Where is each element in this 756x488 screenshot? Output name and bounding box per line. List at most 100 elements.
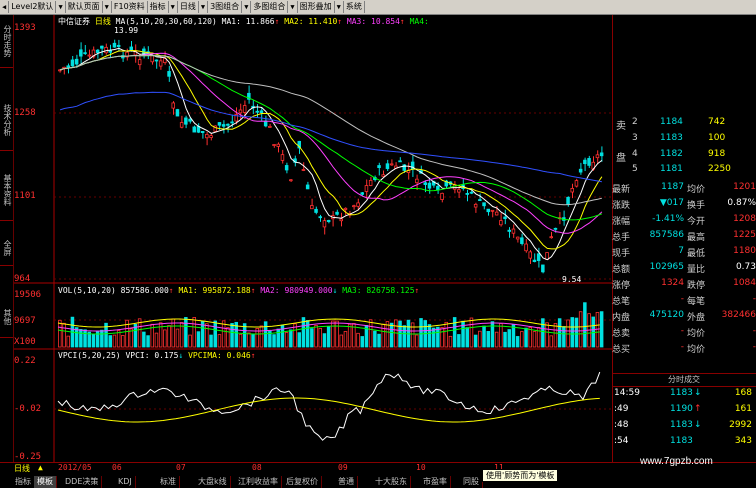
bottom-tab[interactable]: 指标 [12, 476, 35, 488]
candle-body [205, 134, 209, 139]
volume-bar [87, 331, 92, 348]
vpci-arrow-icon: ↓ [178, 351, 184, 360]
chart-area[interactable]: 中信证券 日线 MA(5,10,20,30,60,120) MA1: 11.86… [14, 15, 612, 462]
volume-bar [289, 329, 293, 348]
dropdown-icon[interactable]: ▼ [56, 1, 66, 13]
dropdown-icon[interactable]: ▼ [288, 1, 298, 13]
candle-body [482, 202, 486, 207]
tab-fundamentals[interactable]: 基本资料 [0, 160, 13, 221]
volume-bar [436, 326, 440, 348]
order-volume: 742 [708, 117, 726, 127]
kline-chart[interactable] [14, 15, 612, 462]
bottom-tab[interactable]: 后复权价 [283, 476, 322, 488]
vpci-value: VPCI: 0.175 [125, 351, 179, 360]
tick-time: :48 [614, 420, 629, 430]
toolbar-daily[interactable]: 日线 [178, 1, 199, 13]
candle-body [364, 185, 369, 192]
bottom-tab[interactable]: 同股 [460, 476, 483, 488]
toolbar-overlay[interactable]: 图形叠加 [298, 1, 335, 13]
volume-bar [226, 327, 230, 348]
candle-body [289, 179, 293, 182]
volume-bar [331, 320, 335, 348]
candle-body [108, 50, 113, 53]
quote-label: 总卖 [612, 329, 631, 339]
volume-bar [486, 331, 490, 348]
volume-bar [58, 319, 62, 348]
toolbar-system[interactable]: 系统 [344, 1, 365, 13]
bottom-tab[interactable]: 模板 [34, 476, 57, 488]
tab-technical[interactable]: 技术分析 [0, 90, 13, 151]
candle-body [268, 126, 272, 128]
volume-bar [314, 325, 318, 348]
toolbar-level2[interactable]: Level2默认 [9, 1, 57, 13]
volume-bar [335, 320, 339, 348]
vol-ma1-label: MA1: 995872.188 [178, 286, 251, 295]
ma2-label: MA2: 11.410 [284, 17, 338, 26]
y-tick: 964 [14, 274, 31, 284]
bottom-tab[interactable]: 十大股东 [372, 476, 411, 488]
quote-label: 跌停 [687, 281, 706, 291]
dropdown-icon[interactable]: ▼ [335, 1, 344, 13]
level-num: 4 [632, 149, 638, 159]
quote-label: 换手 [687, 201, 706, 211]
toolbar-default-page[interactable]: 默认页面 [66, 1, 103, 13]
level-num: 5 [632, 164, 638, 174]
level-num: 3 [632, 133, 638, 143]
dropdown-icon[interactable]: ▼ [169, 1, 178, 13]
dropdown-icon[interactable]: ▼ [199, 1, 209, 13]
candle-body [541, 264, 545, 273]
toolbar-multichart[interactable]: 多图组合 [251, 1, 289, 13]
period-tab[interactable]: 日线 [14, 463, 30, 475]
bottom-tab[interactable]: 江利收益率 [235, 476, 282, 488]
candle-body [305, 184, 310, 190]
ma3-label: MA3: 10.854 [346, 17, 400, 26]
volume-bar [74, 327, 79, 348]
bottom-tab[interactable]: 普通 [335, 476, 358, 488]
candle-body [150, 55, 154, 63]
tab-other[interactable]: 其他 [0, 297, 13, 338]
volume-bar [402, 325, 406, 348]
bottom-tab[interactable]: 市盈率 [420, 476, 451, 488]
volume-bar [541, 318, 545, 348]
candle-body [175, 109, 180, 117]
candle-body [553, 227, 558, 230]
tooltip: 使用'顾势而为'模板 [482, 469, 559, 482]
bottom-tab[interactable]: 标准 [157, 476, 180, 488]
candle-body [532, 259, 537, 263]
dropdown-icon[interactable]: ▼ [242, 1, 252, 13]
volume-bar [146, 335, 150, 348]
candle-body [356, 202, 360, 207]
candle-body [221, 124, 226, 127]
toolbar-3chart[interactable]: 3图组合 [208, 1, 243, 13]
volume-bar [339, 334, 343, 348]
order-volume: 100 [708, 133, 726, 143]
bottom-tab[interactable]: 大盘k线 [195, 476, 231, 488]
tab-intraday[interactable]: 分时走势 [0, 15, 13, 68]
ma-line [59, 52, 603, 234]
candle-body [310, 205, 314, 210]
candle-body [179, 122, 184, 128]
candle-body [398, 160, 402, 163]
bottom-tab[interactable]: KDJ [115, 476, 136, 488]
toolbar-f10[interactable]: F10资料 [112, 1, 148, 13]
tick-price: 1183 [670, 388, 693, 398]
candle-body [599, 152, 604, 157]
volume-bar [108, 335, 113, 348]
toolbar-indicator[interactable]: 指标 [148, 1, 169, 13]
candle-body [368, 179, 373, 186]
quote-label: 涨幅 [612, 217, 631, 227]
candle-body [465, 193, 469, 195]
menu-arrow-icon[interactable]: ◀ [0, 1, 10, 13]
quote-row: 总卖 - 均价 - [612, 326, 756, 340]
x-tick-label: 10 [416, 463, 426, 472]
candle-body [226, 123, 230, 126]
dropdown-icon[interactable]: ▼ [103, 1, 112, 13]
volume-bar [578, 311, 583, 348]
ma2-arrow-icon: ↑ [337, 17, 343, 26]
candle-body [242, 105, 247, 113]
bottom-tab[interactable]: DDE决策 [62, 476, 103, 488]
quote-value: - [680, 326, 684, 336]
tab-fullscreen[interactable]: 全屏 [0, 230, 13, 266]
volume-bar [570, 317, 575, 348]
low-price-label: 9.54 [562, 275, 582, 284]
